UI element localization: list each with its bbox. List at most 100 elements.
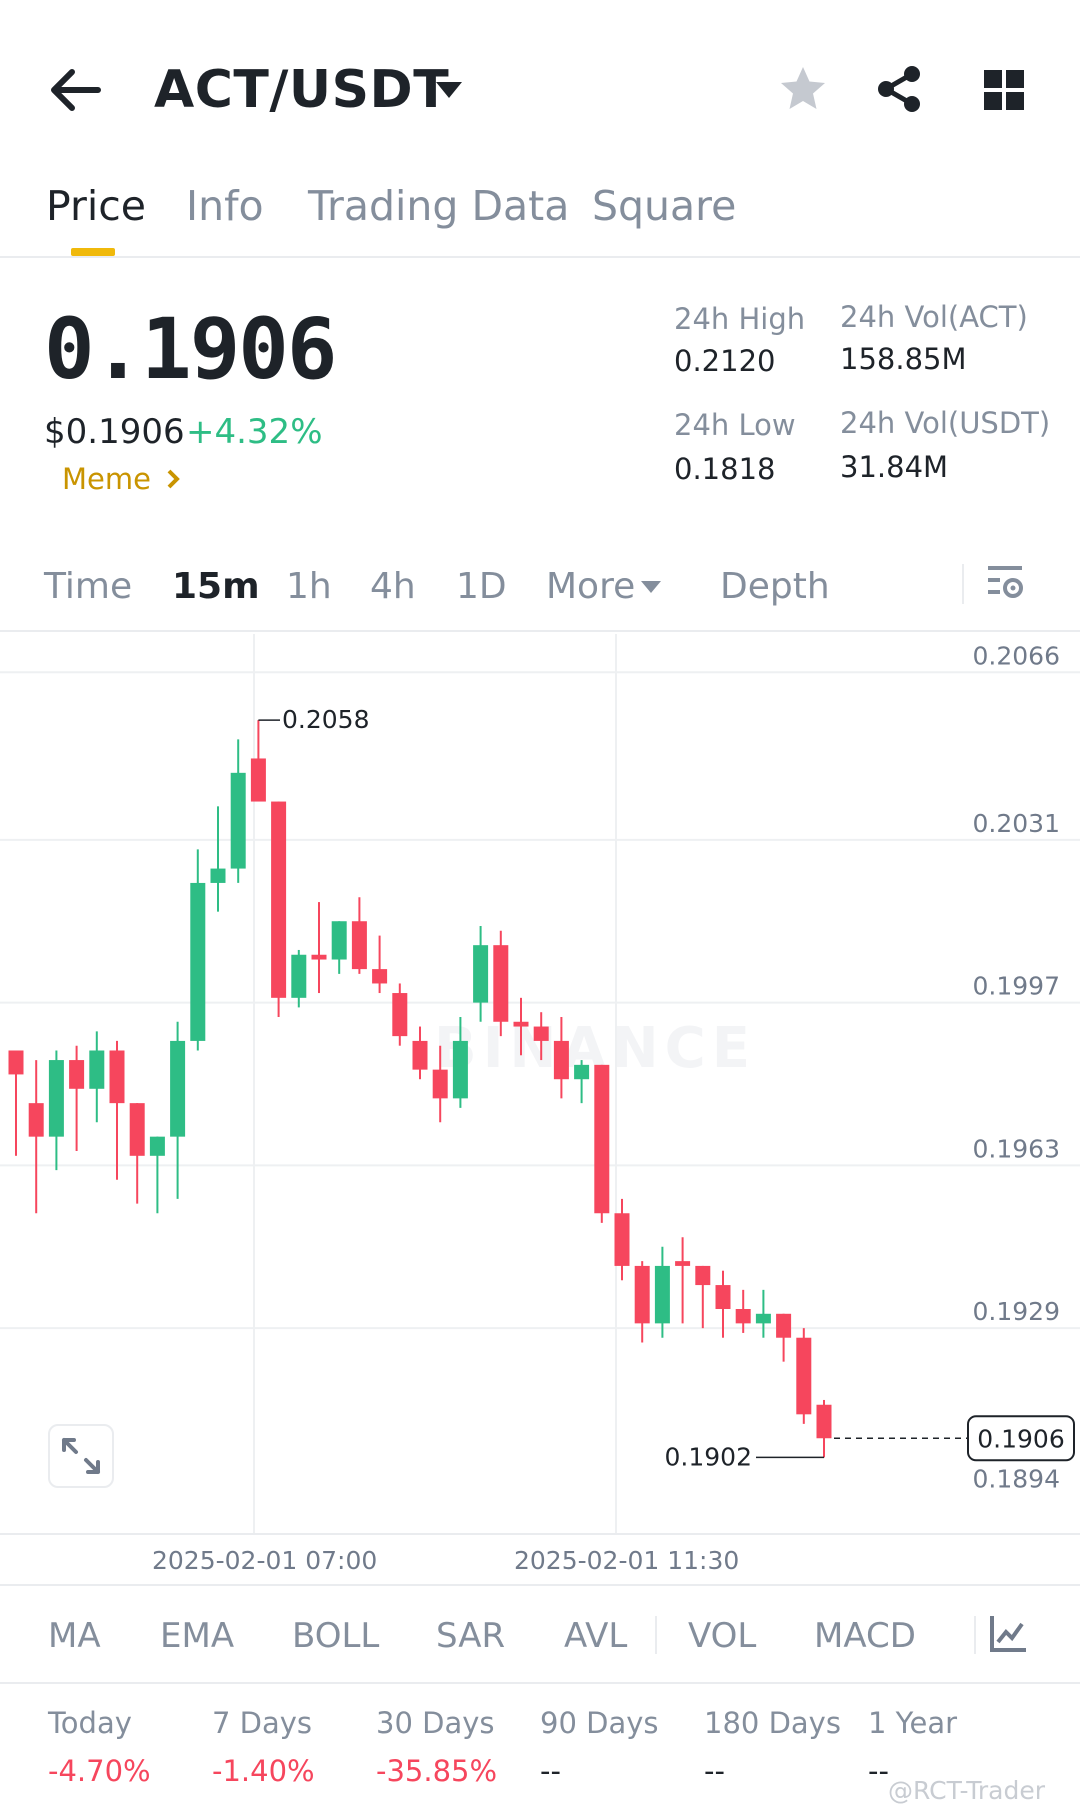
interval-time[interactable]: Time	[44, 566, 132, 607]
divider	[962, 564, 964, 604]
chart-settings-icon[interactable]	[986, 562, 1026, 606]
perf-value-30d: -35.85%	[376, 1754, 498, 1788]
candle-body	[109, 1050, 125, 1104]
y-axis-tick: 0.1894	[973, 1465, 1060, 1494]
y-axis-tick: 0.2031	[973, 809, 1060, 838]
x-axis-tick: 2025-02-01 11:30	[514, 1546, 740, 1575]
y-axis-tick: 0.1929	[973, 1297, 1060, 1326]
indicator-bar: MA EMA BOLL SAR AVL VOL MACD	[0, 1584, 1080, 1684]
indicator-settings-icon[interactable]	[988, 1614, 1028, 1654]
candle-body	[170, 1040, 186, 1137]
candle-body	[776, 1313, 792, 1338]
usd-price: $0.1906	[44, 412, 185, 452]
candle-body	[372, 969, 388, 984]
perf-value-1y: --	[868, 1754, 889, 1788]
low-label: 24h Low	[674, 408, 796, 442]
active-tab-indicator	[71, 248, 115, 256]
indicator-vol[interactable]: VOL	[688, 1616, 756, 1656]
candle-body	[190, 882, 206, 1041]
high-value: 0.2120	[674, 344, 776, 378]
candle-body	[695, 1265, 711, 1286]
indicator-avl[interactable]: AVL	[564, 1616, 627, 1656]
chevron-right-icon[interactable]	[166, 468, 180, 490]
star-icon[interactable]	[778, 64, 828, 114]
candle-body	[533, 1026, 549, 1041]
vol-base-value: 158.85M	[840, 342, 967, 376]
perf-label-today: Today	[48, 1706, 132, 1740]
price-change-percent: +4.32%	[186, 412, 323, 452]
interval-1d[interactable]: 1D	[456, 566, 507, 607]
tab-info[interactable]: Info	[186, 182, 264, 230]
indicator-ma[interactable]: MA	[48, 1616, 101, 1656]
candle-body	[230, 772, 246, 869]
candle-body	[311, 954, 327, 960]
grid-icon[interactable]	[982, 68, 1026, 112]
fullscreen-button[interactable]	[48, 1424, 114, 1488]
top-bar: ACT/USDT	[0, 0, 1080, 180]
category-tag[interactable]: Meme	[62, 462, 151, 496]
interval-4h[interactable]: 4h	[370, 566, 416, 607]
candle-body	[513, 1021, 529, 1027]
candle-body	[129, 1103, 145, 1156]
candle-body	[594, 1064, 610, 1214]
expand-icon	[62, 1438, 100, 1474]
vol-base-label: 24h Vol(ACT)	[840, 300, 1028, 334]
indicator-sar[interactable]: SAR	[436, 1616, 505, 1656]
low-marker-label: 0.1902	[665, 1442, 752, 1471]
vol-quote-value: 31.84M	[840, 450, 949, 484]
divider	[655, 1616, 657, 1654]
candle-body	[412, 1040, 428, 1070]
candle-body	[493, 945, 509, 1022]
indicator-ema[interactable]: EMA	[160, 1616, 234, 1656]
perf-label-30d: 30 Days	[376, 1706, 495, 1740]
candle-body	[473, 945, 489, 1003]
interval-1h[interactable]: 1h	[286, 566, 332, 607]
perf-value-180d: --	[704, 1754, 725, 1788]
caret-down-icon[interactable]	[640, 580, 662, 594]
indicator-macd[interactable]: MACD	[814, 1616, 916, 1656]
candle-body	[250, 758, 266, 802]
candle-body	[675, 1261, 691, 1266]
candle-body	[715, 1285, 731, 1309]
y-axis-tick: 0.1963	[973, 1134, 1060, 1163]
candle-body	[392, 993, 408, 1037]
caret-down-icon[interactable]	[434, 80, 464, 100]
candle-body	[210, 868, 226, 883]
interval-more[interactable]: More	[546, 566, 635, 607]
last-price: 0.1906	[44, 300, 337, 398]
perf-label-90d: 90 Days	[540, 1706, 659, 1740]
candlestick-chart[interactable]: 0.20660.20310.19970.19630.19290.1894BINA…	[0, 634, 1080, 1584]
last-price-label: 0.1906	[977, 1424, 1064, 1453]
indicator-boll[interactable]: BOLL	[292, 1616, 379, 1656]
tab-square[interactable]: Square	[592, 182, 736, 230]
candle-body	[48, 1060, 64, 1137]
interval-15m[interactable]: 15m	[172, 566, 260, 607]
high-label: 24h High	[674, 302, 806, 336]
pair-title[interactable]: ACT/USDT	[154, 60, 449, 120]
candle-body	[816, 1404, 832, 1439]
perf-value-90d: --	[540, 1754, 561, 1788]
interval-bar: Time 15m 1h 4h 1D More Depth	[0, 548, 1080, 632]
perf-label-1y: 1 Year	[868, 1706, 958, 1740]
vol-quote-label: 24h Vol(USDT)	[840, 406, 1051, 440]
candle-body	[452, 1040, 468, 1099]
tab-bar: Price Info Trading Data Square	[0, 172, 1080, 258]
divider	[974, 1616, 976, 1654]
arrow-left-icon[interactable]	[48, 66, 102, 114]
depth-tab[interactable]: Depth	[720, 566, 830, 607]
y-axis-tick: 0.2066	[973, 641, 1060, 670]
watermark: @RCT-Trader	[888, 1776, 1046, 1805]
x-axis-tick: 2025-02-01 07:00	[152, 1546, 378, 1575]
candle-body	[574, 1064, 590, 1080]
candle-body	[614, 1213, 630, 1266]
candle-body	[331, 921, 347, 960]
tab-trading-data[interactable]: Trading Data	[308, 182, 569, 230]
candle-body	[8, 1050, 24, 1075]
candle-body	[69, 1060, 85, 1089]
candle-body	[654, 1265, 670, 1324]
share-icon[interactable]	[874, 64, 924, 114]
candle-body	[432, 1069, 448, 1099]
perf-value-today: -4.70%	[48, 1754, 151, 1788]
perf-label-7d: 7 Days	[212, 1706, 313, 1740]
tab-price[interactable]: Price	[46, 182, 146, 230]
